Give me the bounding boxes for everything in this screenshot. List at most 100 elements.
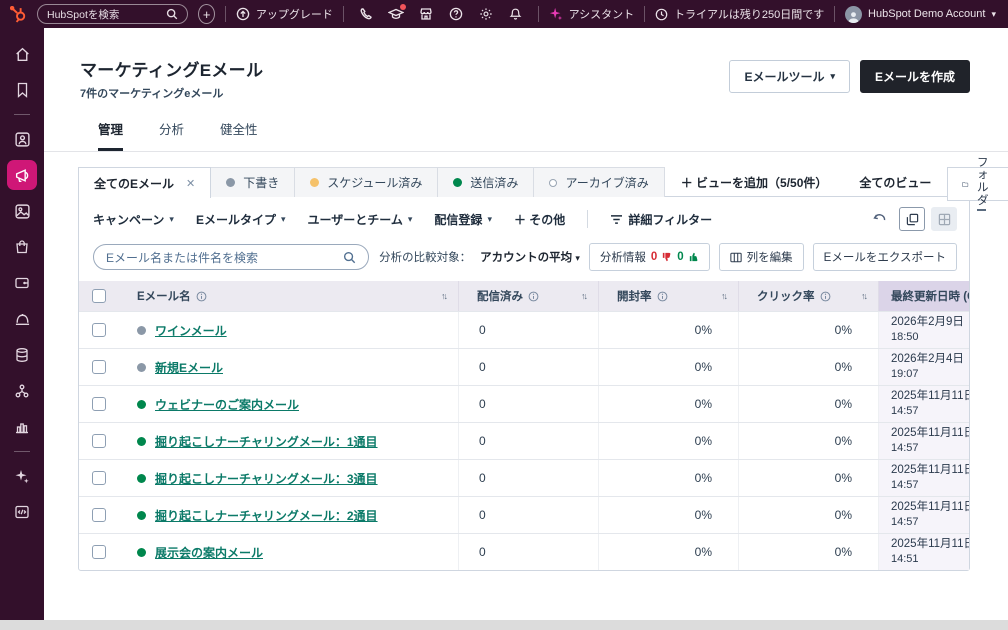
- table-header: Eメール名 ↑↓ 配信済み ↑↓ 開封率 ↑↓ クリック率 ↑↓: [79, 281, 969, 311]
- calling-icon[interactable]: [354, 3, 378, 25]
- email-name-link[interactable]: ワインメール: [155, 322, 227, 339]
- info-icon: [528, 291, 539, 302]
- help-icon[interactable]: [444, 3, 468, 25]
- search-icon: [343, 251, 356, 264]
- academy-icon[interactable]: [384, 3, 408, 25]
- click-rate-value: 0%: [739, 349, 879, 385]
- table-row[interactable]: 掘り起こしナーチャリングメール：2通目 0 0% 0% 2025年11月11日 …: [79, 496, 969, 533]
- sidebar-service-icon[interactable]: [7, 304, 37, 334]
- click-rate-value: 0%: [739, 312, 879, 348]
- thumbs-down-icon: [662, 252, 672, 262]
- sidebar-data-icon[interactable]: [7, 340, 37, 370]
- filter-email-type[interactable]: Eメールタイプ▾: [196, 211, 286, 228]
- hubspot-logo[interactable]: [10, 6, 27, 23]
- settings-icon[interactable]: [474, 3, 498, 25]
- email-name-link[interactable]: 新規Eメール: [155, 359, 223, 376]
- sidebar-commerce-icon[interactable]: [7, 268, 37, 298]
- click-rate-value: 0%: [739, 423, 879, 459]
- table-row[interactable]: 新規Eメール 0 0% 0% 2026年2月4日 19:07: [79, 348, 969, 385]
- filter-more-button[interactable]: ＋ その他: [514, 211, 565, 228]
- select-all-checkbox[interactable]: [92, 289, 106, 303]
- assistant-button[interactable]: アシスタント: [549, 6, 635, 22]
- sidebar-reporting-icon[interactable]: [7, 412, 37, 442]
- email-name-link[interactable]: 掘り起こしナーチャリングメール：1通目: [155, 433, 378, 450]
- row-checkbox[interactable]: [92, 508, 106, 522]
- view-tab-sent[interactable]: 送信済み: [438, 167, 534, 197]
- insights-button[interactable]: 分析情報 0 0: [589, 243, 710, 271]
- table-row[interactable]: 掘り起こしナーチャリングメール：1通目 0 0% 0% 2025年11月11日 …: [79, 422, 969, 459]
- sidebar-crm-icon[interactable]: [7, 124, 37, 154]
- status-dot: [137, 326, 146, 335]
- sidebar-home-icon[interactable]: [7, 39, 37, 69]
- column-header-last-updated[interactable]: 最終更新日時 (GMT+: [879, 281, 969, 311]
- table-row[interactable]: ウェビナーのご案内メール 0 0% 0% 2025年11月11日 14:57: [79, 385, 969, 422]
- click-rate-value: 0%: [739, 497, 879, 533]
- row-checkbox[interactable]: [92, 545, 106, 559]
- card-view-toggle[interactable]: [899, 207, 925, 231]
- account-menu[interactable]: HubSpot Demo Account ▾: [845, 6, 996, 23]
- last-updated-value: 2026年2月9日 18:50: [879, 312, 969, 348]
- filter-users-teams[interactable]: ユーザーとチーム▾: [307, 211, 412, 228]
- sidebar-sales-icon[interactable]: [7, 232, 37, 262]
- folders-button[interactable]: フォルダ: [947, 167, 1008, 201]
- row-checkbox[interactable]: [92, 397, 106, 411]
- email-name-link[interactable]: 掘り起こしナーチャリングメール：2通目: [155, 507, 378, 524]
- sidebar-marketing-icon[interactable]: [7, 160, 37, 190]
- tab-health[interactable]: 健全性: [220, 119, 258, 151]
- view-tab-scheduled[interactable]: スケジュール済み: [295, 167, 438, 197]
- sort-icon[interactable]: ↑↓: [581, 291, 586, 301]
- undo-icon[interactable]: [867, 207, 893, 231]
- sidebar-developer-icon[interactable]: [7, 497, 37, 527]
- email-search-input[interactable]: Eメール名または件名を検索: [93, 244, 369, 270]
- row-checkbox[interactable]: [92, 471, 106, 485]
- export-emails-button[interactable]: Eメールをエクスポート: [813, 243, 957, 271]
- close-icon[interactable]: ✕: [186, 177, 195, 190]
- clock-icon: [655, 8, 668, 21]
- last-updated-value: 2025年11月11日 14:57: [879, 460, 969, 496]
- edit-columns-button[interactable]: 列を編集: [719, 243, 804, 271]
- row-checkbox[interactable]: [92, 323, 106, 337]
- filter-subscription[interactable]: 配信登録▾: [434, 211, 492, 228]
- email-name-link[interactable]: 掘り起こしナーチャリングメール：3通目: [155, 470, 378, 487]
- create-email-button[interactable]: Eメールを作成: [860, 60, 970, 93]
- add-view-button[interactable]: ＋ ビューを追加（5/50件）: [665, 167, 844, 197]
- column-header-open-rate[interactable]: 開封率 ↑↓: [599, 281, 739, 311]
- bottom-scrollbar-strip[interactable]: [0, 620, 1008, 630]
- email-name-link[interactable]: 展示会の案内メール: [155, 544, 263, 561]
- tab-analyze[interactable]: 分析: [159, 119, 184, 151]
- notifications-bell-icon[interactable]: [504, 3, 528, 25]
- advanced-filters-button[interactable]: 詳細フィルター: [610, 211, 712, 228]
- filter-campaign[interactable]: キャンペーン▾: [93, 211, 174, 228]
- marketplace-icon[interactable]: [414, 3, 438, 25]
- create-new-button[interactable]: +: [198, 4, 215, 24]
- table-row[interactable]: 展示会の案内メール 0 0% 0% 2025年11月11日 14:51: [79, 533, 969, 570]
- row-checkbox[interactable]: [92, 434, 106, 448]
- sort-icon[interactable]: ↑↓: [441, 291, 446, 301]
- view-tab-all-emails[interactable]: 全てのEメール ✕: [78, 167, 211, 198]
- view-tab-drafts[interactable]: 下書き: [211, 167, 295, 197]
- column-header-delivered[interactable]: 配信済み ↑↓: [459, 281, 599, 311]
- table-row[interactable]: ワインメール 0 0% 0% 2026年2月9日 18:50: [79, 311, 969, 348]
- sent-status-dot: [453, 178, 462, 187]
- sidebar-bookmarks-icon[interactable]: [7, 75, 37, 105]
- email-tools-button[interactable]: Eメールツール▾: [729, 60, 850, 93]
- table-row[interactable]: 掘り起こしナーチャリングメール：3通目 0 0% 0% 2025年11月11日 …: [79, 459, 969, 496]
- notification-dot: [400, 4, 406, 10]
- all-views-button[interactable]: 全てのビュー: [843, 167, 947, 197]
- sidebar-automations-icon[interactable]: [7, 376, 37, 406]
- upgrade-button[interactable]: アップグレード: [236, 6, 333, 22]
- sidebar-ai-icon[interactable]: [7, 461, 37, 491]
- draft-status-dot: [226, 178, 235, 187]
- tab-manage[interactable]: 管理: [98, 119, 123, 151]
- email-name-link[interactable]: ウェビナーのご案内メール: [155, 396, 299, 413]
- view-tab-archived[interactable]: アーカイブ済み: [534, 167, 664, 197]
- global-search-input[interactable]: HubSpotを検索: [37, 4, 188, 24]
- column-header-name[interactable]: Eメール名 ↑↓: [119, 281, 459, 311]
- sort-icon[interactable]: ↑↓: [861, 291, 866, 301]
- row-checkbox[interactable]: [92, 360, 106, 374]
- column-header-click-rate[interactable]: クリック率 ↑↓: [739, 281, 879, 311]
- compare-selector[interactable]: アカウントの平均 ▾: [480, 249, 580, 265]
- trial-status[interactable]: トライアルは残り250日間です: [655, 6, 824, 22]
- sidebar-content-icon[interactable]: [7, 196, 37, 226]
- sort-icon[interactable]: ↑↓: [721, 291, 726, 301]
